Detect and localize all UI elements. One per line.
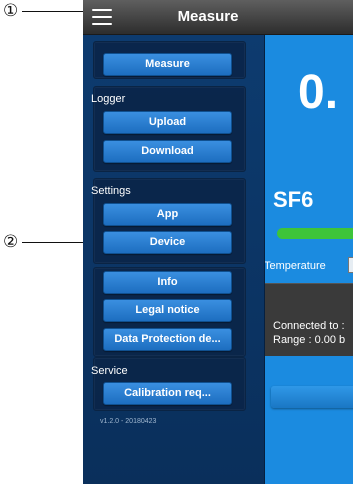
settings-label: Settings — [91, 185, 131, 197]
logger-label: Logger — [91, 93, 126, 105]
upload-button[interactable]: Upload — [103, 111, 232, 134]
main-action-button[interactable] — [271, 386, 353, 408]
app-settings-button[interactable]: App — [103, 203, 232, 226]
service-label: Service — [91, 365, 128, 377]
measured-value: 0. — [298, 66, 339, 119]
hamburger-menu-icon[interactable] — [92, 9, 112, 25]
status-panel: Connected to : Range : 0.00 b — [264, 283, 353, 356]
temperature-label: Temperature — [264, 260, 326, 272]
side-menu: Measure Logger Upload Download Settings … — [83, 35, 265, 484]
page-title: Measure — [177, 8, 239, 25]
download-button[interactable]: Download — [103, 140, 232, 163]
info-button[interactable]: Info — [103, 271, 232, 294]
callout-1: ① — [3, 1, 19, 21]
measure-button[interactable]: Measure — [103, 53, 232, 76]
gas-name: SF6 — [273, 187, 314, 212]
status-connected: Connected to : — [273, 320, 345, 332]
measure-view: 0. SF6 Temperature Connected to : Range … — [264, 35, 353, 484]
manual-figure: ① ② Measure 0. SF6 Temperature Connected… — [0, 0, 353, 484]
calibration-request-button[interactable]: Calibration req... — [103, 382, 232, 405]
app-version: v1.2.0 - 20180423 — [100, 418, 157, 425]
callout-1-line — [22, 11, 92, 12]
temperature-field — [348, 257, 353, 273]
status-range: Range : 0.00 b — [273, 334, 346, 346]
data-protection-button[interactable]: Data Protection de... — [103, 328, 232, 351]
callout-2: ② — [3, 232, 19, 252]
device-settings-button[interactable]: Device — [103, 231, 232, 254]
phone-screen: Measure 0. SF6 Temperature Connected to … — [83, 0, 353, 484]
top-bar: Measure — [83, 0, 353, 35]
level-bar — [277, 228, 353, 239]
legal-notice-button[interactable]: Legal notice — [103, 299, 232, 322]
